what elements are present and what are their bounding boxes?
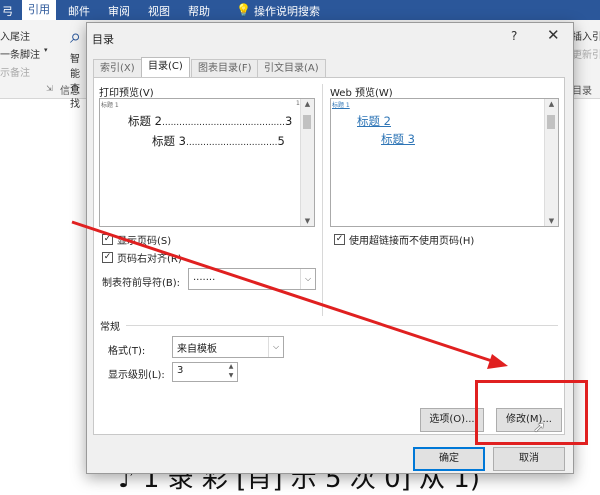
annotation-highlight-box <box>475 380 588 445</box>
annotation-arrow-line <box>71 220 496 364</box>
mouse-cursor-icon: ➚ <box>533 418 546 436</box>
annotation-arrow-head <box>487 354 508 369</box>
